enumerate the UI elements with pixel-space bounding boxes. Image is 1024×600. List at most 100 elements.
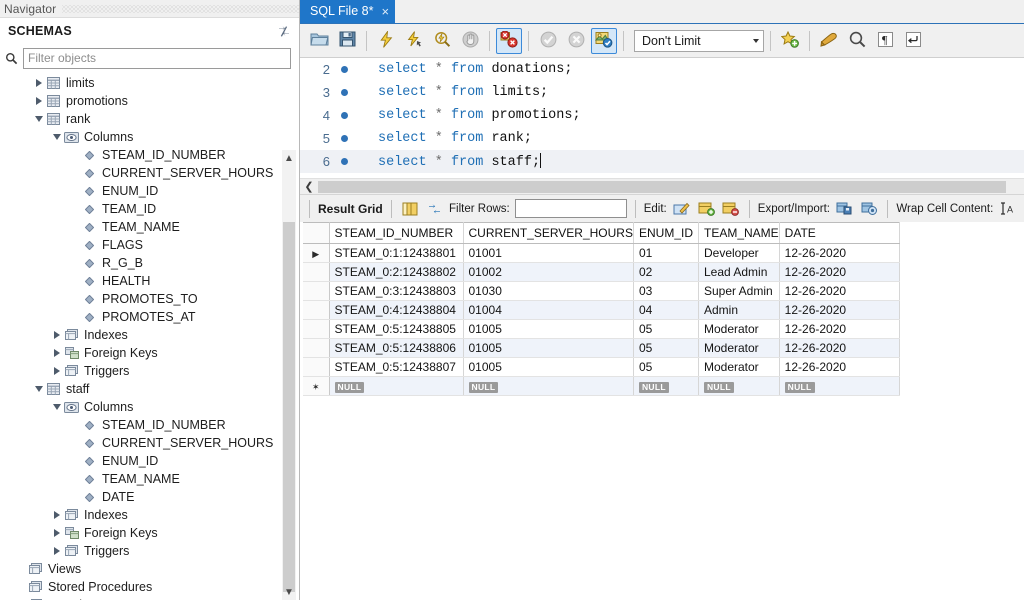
table-cell[interactable]: 05 (633, 339, 698, 358)
beautify-query-button[interactable] (816, 28, 842, 54)
expand-arrow-icon[interactable] (50, 542, 63, 560)
table-cell[interactable]: 04 (633, 301, 698, 320)
table-cell[interactable]: STEAM_0:5:12438805 (329, 320, 463, 339)
expand-arrow-icon[interactable] (32, 74, 45, 92)
tree-node-promotes-to[interactable]: PROMOTES_TO (0, 290, 299, 308)
tree-node-current-server-hours[interactable]: CURRENT_SERVER_HOURS (0, 164, 299, 182)
table-row[interactable]: STEAM_0:2:124388020100202Lead Admin12-26… (303, 263, 899, 282)
result-grid[interactable]: STEAM_ID_NUMBERCURRENT_SERVER_HOURSENUM_… (300, 222, 1024, 600)
tree-node-promotions[interactable]: promotions (0, 92, 299, 110)
table-cell[interactable]: Moderator (698, 358, 779, 377)
table-cell[interactable]: Moderator (698, 339, 779, 358)
table-cell[interactable]: 12-26-2020 (779, 320, 899, 339)
export-grid-icon[interactable] (835, 199, 855, 219)
table-cell[interactable]: 01005 (463, 358, 633, 377)
code-line[interactable]: 6select * from staff; (300, 150, 1024, 173)
tree-node-team-name[interactable]: TEAM_NAME (0, 470, 299, 488)
tree-node-stored-procedures[interactable]: Stored Procedures (0, 578, 299, 596)
table-cell[interactable]: 12-26-2020 (779, 282, 899, 301)
delete-row-icon[interactable] (721, 199, 741, 219)
null-cell[interactable]: NULL (698, 377, 779, 396)
commit-button[interactable] (535, 28, 561, 54)
breakpoint-dot-icon[interactable] (336, 112, 352, 119)
hscroll-thumb[interactable] (318, 181, 1006, 193)
tree-node-team-name[interactable]: TEAM_NAME (0, 218, 299, 236)
table-cell[interactable]: STEAM_0:2:12438802 (329, 263, 463, 282)
table-cell[interactable]: 01 (633, 244, 698, 263)
row-marker[interactable] (303, 301, 329, 320)
filter-rows-input[interactable] (515, 199, 627, 218)
table-cell[interactable]: 12-26-2020 (779, 358, 899, 377)
table-cell[interactable]: STEAM_0:5:12438806 (329, 339, 463, 358)
table-cell[interactable]: 01002 (463, 263, 633, 282)
toggle-word-wrap-button[interactable] (900, 28, 926, 54)
stop-execution-button[interactable] (457, 28, 483, 54)
table-cell[interactable]: 12-26-2020 (779, 244, 899, 263)
table-cell[interactable]: 05 (633, 320, 698, 339)
expand-arrow-icon[interactable] (32, 92, 45, 110)
table-row[interactable]: STEAM_0:5:124388060100505Moderator12-26-… (303, 339, 899, 358)
code-line[interactable]: 2select * from donations; (300, 58, 1024, 81)
table-cell[interactable]: 02 (633, 263, 698, 282)
breakpoint-dot-icon[interactable] (336, 66, 352, 73)
save-snippet-button[interactable] (777, 28, 803, 54)
table-cell[interactable]: 01005 (463, 320, 633, 339)
toggle-autocommit-button[interactable] (591, 28, 617, 54)
row-marker[interactable]: ▶ (303, 244, 329, 263)
execute-statement-button[interactable] (373, 28, 399, 54)
table-cell[interactable]: 12-26-2020 (779, 339, 899, 358)
expand-arrow-icon[interactable] (50, 524, 63, 542)
row-marker[interactable] (303, 282, 329, 301)
tree-node-columns[interactable]: Columns (0, 398, 299, 416)
toggle-invisible-chars-button[interactable]: ¶ (872, 28, 898, 54)
tree-node-r-g-b[interactable]: R_G_B (0, 254, 299, 272)
scroll-left-icon[interactable]: ❮ (300, 180, 318, 193)
wrap-cell-icon[interactable]: A (998, 199, 1018, 219)
collapse-arrow-icon[interactable] (50, 398, 63, 416)
row-marker[interactable] (303, 263, 329, 282)
execute-current-button[interactable] (401, 28, 427, 54)
expand-arrow-icon[interactable] (50, 344, 63, 362)
scrollbar-thumb[interactable] (283, 222, 295, 592)
table-cell[interactable]: Lead Admin (698, 263, 779, 282)
tree-node-enum-id[interactable]: ENUM_ID (0, 182, 299, 200)
scroll-down-button[interactable]: ▼ (282, 584, 296, 600)
breakpoint-dot-icon[interactable] (336, 89, 352, 96)
tree-node-team-id[interactable]: TEAM_ID (0, 200, 299, 218)
tree-node-date[interactable]: DATE (0, 488, 299, 506)
tab-sql-file-8[interactable]: SQL File 8* × (300, 0, 395, 23)
table-cell[interactable]: 01001 (463, 244, 633, 263)
expand-arrow-icon[interactable] (50, 362, 63, 380)
sql-code-editor[interactable]: 2select * from donations;3select * from … (300, 58, 1024, 178)
table-cell[interactable]: 12-26-2020 (779, 301, 899, 320)
null-cell[interactable]: NULL (463, 377, 633, 396)
table-row[interactable]: ▶STEAM_0:1:124388010100101Developer12-26… (303, 244, 899, 263)
table-cell[interactable]: 01030 (463, 282, 633, 301)
table-cell[interactable]: Developer (698, 244, 779, 263)
table-cell[interactable]: 01004 (463, 301, 633, 320)
grid-view-icon[interactable] (400, 199, 420, 219)
save-sql-script-button[interactable] (334, 28, 360, 54)
tree-node-enum-id[interactable]: ENUM_ID (0, 452, 299, 470)
null-cell[interactable]: NULL (779, 377, 899, 396)
new-row-marker[interactable]: ✶ (303, 377, 329, 396)
close-icon[interactable]: × (381, 5, 389, 18)
tree-node-triggers[interactable]: Triggers (0, 362, 299, 380)
expand-arrow-icon[interactable] (50, 326, 63, 344)
table-cell[interactable]: STEAM_0:5:12438807 (329, 358, 463, 377)
table-row[interactable]: STEAM_0:3:124388030103003Super Admin12-2… (303, 282, 899, 301)
column-header[interactable]: DATE (779, 223, 899, 244)
hscroll-track[interactable] (318, 181, 1006, 193)
table-row[interactable]: STEAM_0:5:124388070100505Moderator12-26-… (303, 358, 899, 377)
tree-node-promotes-at[interactable]: PROMOTES_AT (0, 308, 299, 326)
tree-node-current-server-hours[interactable]: CURRENT_SERVER_HOURS (0, 434, 299, 452)
tree-node-limits[interactable]: limits (0, 74, 299, 92)
table-cell[interactable]: 05 (633, 358, 698, 377)
code-line[interactable]: 3select * from limits; (300, 81, 1024, 104)
tree-node-functions[interactable]: Functions (0, 596, 299, 600)
table-cell[interactable]: 03 (633, 282, 698, 301)
column-header[interactable]: ENUM_ID (633, 223, 698, 244)
collapse-arrow-icon[interactable] (32, 380, 45, 398)
row-marker[interactable] (303, 320, 329, 339)
tree-node-indexes[interactable]: Indexes (0, 506, 299, 524)
